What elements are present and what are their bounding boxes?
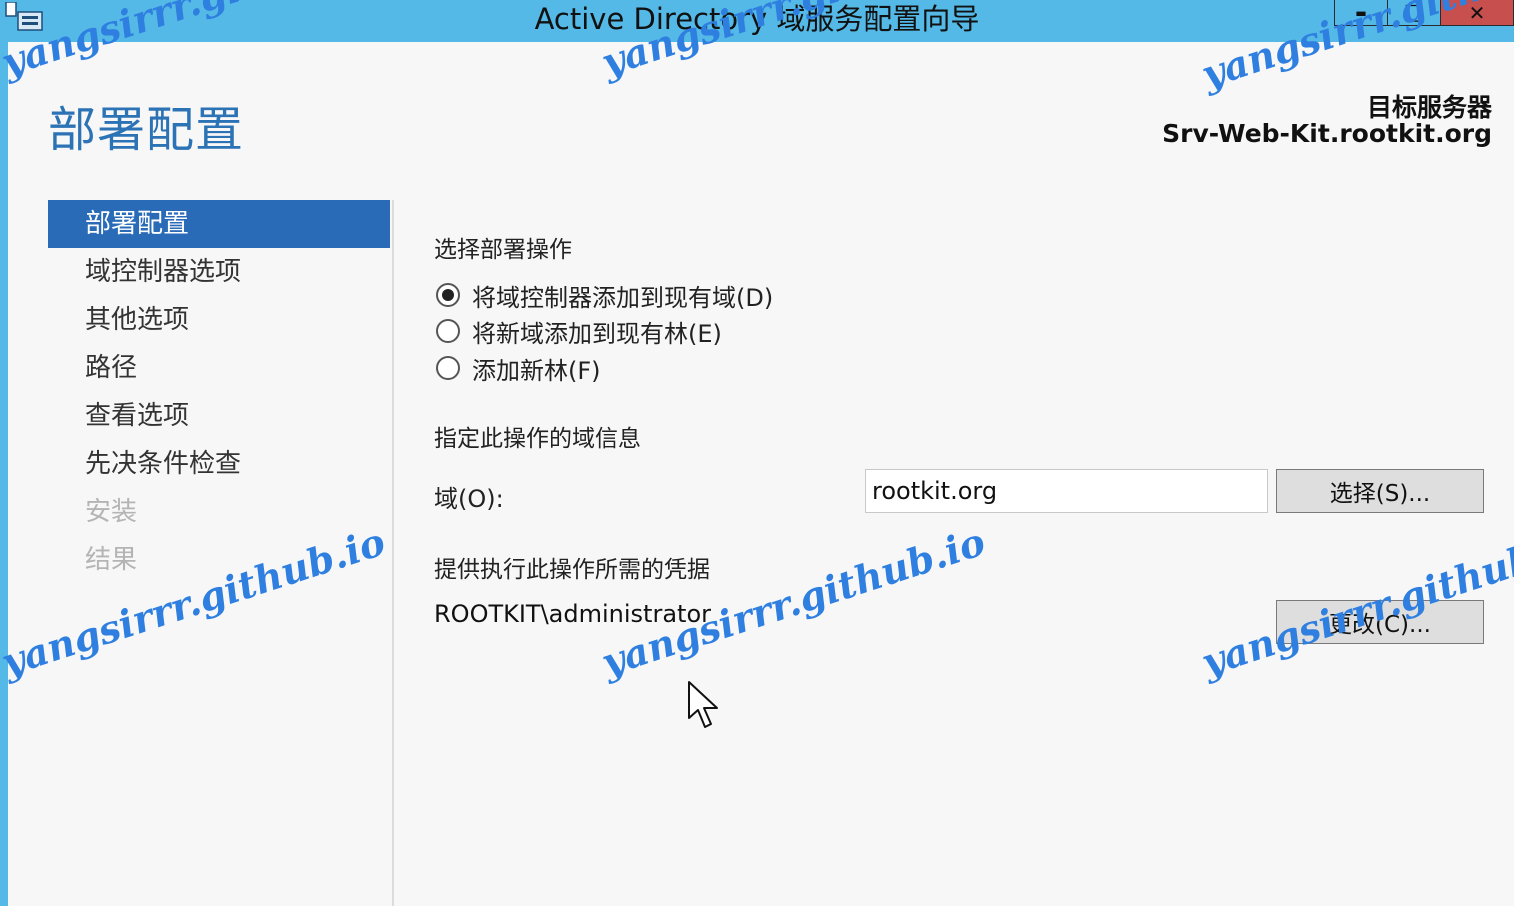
window-title: Active Directory 域服务配置向导 [534, 2, 980, 36]
nav-item-review-options[interactable]: 查看选项 [48, 392, 390, 440]
domain-label: 域(O): [434, 485, 504, 513]
nav-item-paths[interactable]: 路径 [48, 344, 390, 392]
maximize-icon: □ [1403, 0, 1425, 25]
nav-divider [392, 200, 394, 906]
radio-label: 添加新林(F) [472, 356, 601, 385]
credentials-heading: 提供执行此操作所需的凭据 [434, 557, 710, 583]
target-server-name: Srv-Web-Kit.rootkit.org [1162, 119, 1492, 148]
page-title: 部署配置 [48, 102, 245, 158]
nav-item-other-options[interactable]: 其他选项 [48, 296, 390, 344]
nav-item-deployment-config[interactable]: 部署配置 [48, 200, 390, 248]
wizard-body: 部署配置 目标服务器 Srv-Web-Kit.rootkit.org 部署配置 … [8, 42, 1514, 906]
credential-user: ROOTKIT\administrator [434, 600, 711, 628]
radio-add-dc-existing-domain[interactable]: 将域控制器添加到现有域(D) [436, 280, 774, 312]
operation-heading: 选择部署操作 [434, 237, 572, 263]
maximize-button[interactable]: □ [1387, 0, 1441, 26]
wizard-nav: 部署配置 域控制器选项 其他选项 路径 查看选项 先决条件检查 安装 结果 [48, 200, 390, 584]
radio-label: 将域控制器添加到现有域(D) [472, 283, 774, 312]
radio-unselected-icon[interactable] [436, 319, 460, 343]
mouse-cursor-icon [688, 681, 718, 728]
radio-add-domain-existing-forest[interactable]: 将新域添加到现有林(E) [436, 316, 722, 348]
domain-input[interactable]: rootkit.org [865, 469, 1268, 513]
nav-item-dc-options[interactable]: 域控制器选项 [48, 248, 390, 296]
wizard-window: Active Directory 域服务配置向导 ▬ □ ✕ 部署配置 目标服务… [0, 0, 1514, 906]
radio-add-new-forest[interactable]: 添加新林(F) [436, 353, 601, 385]
close-button[interactable]: ✕ [1440, 0, 1514, 26]
nav-item-results: 结果 [85, 545, 138, 575]
radio-label: 将新域添加到现有林(E) [472, 319, 722, 348]
radio-selected-icon[interactable] [436, 283, 460, 307]
change-credentials-button[interactable]: 更改(C)... [1276, 600, 1484, 644]
close-icon: ✕ [1468, 0, 1486, 25]
select-domain-button[interactable]: 选择(S)... [1276, 469, 1484, 513]
nav-item-installation: 安装 [85, 497, 138, 527]
minimize-icon: ▬ [1355, 5, 1367, 20]
minimize-button[interactable]: ▬ [1334, 0, 1388, 26]
nav-item-prerequisites-check[interactable]: 先决条件检查 [48, 440, 390, 488]
domain-info-heading: 指定此操作的域信息 [434, 426, 641, 452]
radio-unselected-icon[interactable] [436, 356, 460, 380]
title-bar[interactable]: Active Directory 域服务配置向导 ▬ □ ✕ [0, 0, 1514, 42]
